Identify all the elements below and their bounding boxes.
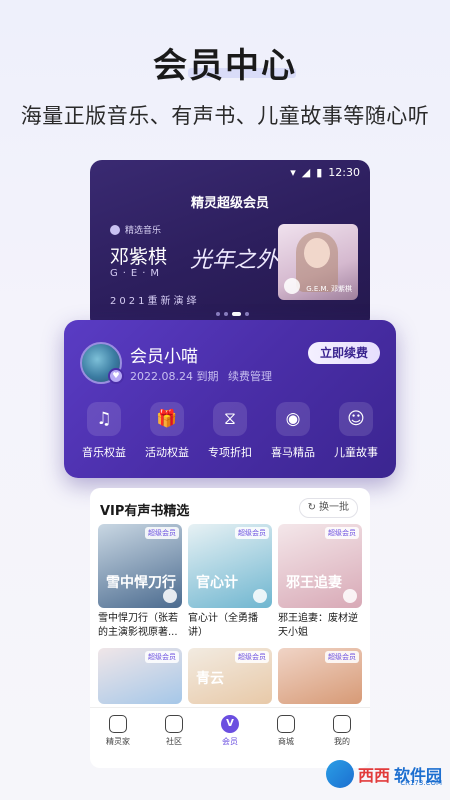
tab-mall[interactable]: 商城: [261, 714, 311, 747]
benefit-label: 活动权益: [145, 446, 189, 459]
music-note-icon: ♫: [87, 402, 121, 436]
artist-photo: G.E.M. 邓紫棋: [278, 224, 358, 300]
music-tag-icon: [110, 224, 120, 235]
section-title: VIP有声书精选: [100, 504, 190, 519]
cover-title: 邪王追妻: [286, 575, 342, 591]
cover-title: 官心计: [196, 575, 238, 591]
artist-face: [304, 238, 330, 268]
book-cover: 超级会员: [98, 648, 182, 704]
bottom-tab-bar: 精灵家 社区 V 会员 商城 我的: [90, 707, 370, 753]
home-icon: [109, 714, 127, 733]
tab-label: 商城: [278, 736, 294, 746]
carousel-dots: [216, 312, 249, 316]
refresh-button[interactable]: ↻ 换一批: [298, 498, 358, 518]
book-title: 官心计（全勇播讲）: [188, 613, 258, 638]
battery-icon: ▮: [316, 166, 323, 179]
play-icon[interactable]: [343, 589, 357, 603]
vip-badge: 超级会员: [145, 527, 179, 539]
member-expiry: 2022.08.24 到期: [130, 370, 219, 383]
mall-icon: [277, 714, 295, 733]
refresh-label: 换一批: [319, 502, 349, 513]
book-title: 雪中悍刀行（张若的主演影视原著...: [98, 613, 178, 638]
book-cover: 超级会员 雪中悍刀行: [98, 524, 182, 608]
cover-title: 青云: [196, 671, 224, 687]
tab-label: 精灵家: [106, 736, 130, 746]
book-title: 邪王追妻：废材逆天小姐: [278, 613, 358, 638]
watermark-logo-icon: [325, 760, 354, 788]
vip-badge: 超级会员: [325, 651, 359, 663]
benefit-kids[interactable]: ☺ 儿童故事: [326, 402, 386, 460]
tab-profile[interactable]: 我的: [317, 714, 367, 747]
book-card[interactable]: 超级会员邪王追妻邪王追妻：废材逆天小姐: [278, 524, 362, 642]
page-subheadline: 海量正版音乐、有声书、儿童故事等随心听: [20, 104, 430, 128]
vip-badge: 超级会员: [235, 527, 269, 539]
tab-home[interactable]: 精灵家: [93, 714, 143, 747]
book-card[interactable]: 超级会员: [98, 648, 182, 704]
site-watermark: 西西 软件园 CR173.COM: [325, 757, 442, 791]
member-name: 会员小喵: [130, 347, 198, 367]
benefits-row: ♫ 音乐权益 🎁 活动权益 ⧖ 专项折扣 ◉ 喜马精品 ☺ 儿童故事: [74, 402, 386, 460]
banner-artist-en: G·E·M: [110, 268, 165, 279]
benefit-label: 儿童故事: [334, 446, 378, 459]
kid-robot-icon: ☺: [339, 402, 373, 436]
book-card[interactable]: 超级会员 雪中悍刀行雪中悍刀行（张若的主演影视原著...: [98, 524, 182, 642]
benefit-label: 喜马精品: [271, 446, 315, 459]
book-cover: 超级会员 青云: [188, 648, 272, 704]
benefit-activity[interactable]: 🎁 活动权益: [137, 402, 197, 460]
renewal-management-link[interactable]: 续费管理: [228, 368, 272, 384]
carousel-dot[interactable]: [224, 312, 228, 316]
renew-now-button[interactable]: 立即续费: [307, 342, 380, 364]
profile-icon: [333, 714, 351, 733]
vip-icon: V: [221, 714, 239, 733]
benefit-discount[interactable]: ⧖ 专项折扣: [200, 402, 260, 460]
page-headline: 会员中心: [153, 46, 297, 86]
wifi-icon: ▾: [290, 166, 296, 179]
community-icon: [165, 714, 183, 733]
play-icon[interactable]: [163, 589, 177, 603]
tab-label: 社区: [166, 736, 182, 746]
book-cover: 超级会员官心计: [188, 524, 272, 608]
play-icon[interactable]: [253, 589, 267, 603]
audio-wave-icon: ◉: [276, 402, 310, 436]
carousel-dot[interactable]: [216, 312, 220, 316]
member-card: ♥ 会员小喵 2022.08.24 到期 续费管理 立即续费 ♫ 音乐权益 🎁 …: [64, 320, 396, 478]
banner-tag-label: 精选音乐: [125, 226, 162, 236]
book-card[interactable]: 超级会员: [278, 648, 362, 704]
signal-icon: ◢: [301, 166, 311, 179]
book-card[interactable]: 超级会员 青云: [188, 648, 272, 704]
tab-vip[interactable]: V 会员: [205, 714, 255, 747]
gift-icon: 🎁: [150, 402, 184, 436]
benefit-ximalaya[interactable]: ◉ 喜马精品: [263, 402, 323, 460]
carousel-dot[interactable]: [245, 312, 249, 316]
status-bar: ▾ ◢ ▮ 12:30: [290, 166, 360, 179]
heart-badge-icon: ♥: [108, 368, 124, 384]
status-time: 12:30: [328, 166, 360, 179]
benefit-music[interactable]: ♫ 音乐权益: [74, 402, 134, 460]
book-cover: 超级会员: [278, 648, 362, 704]
benefit-label: 专项折扣: [208, 446, 252, 459]
discount-icon: ⧖: [213, 402, 247, 436]
banner-title: 精灵超级会员: [190, 196, 269, 211]
vip-badge: 超级会员: [325, 527, 359, 539]
banner-tag: 精选音乐: [110, 223, 161, 236]
music-banner[interactable]: ▾ ◢ ▮ 12:30 精灵超级会员 精选音乐 邓紫棋 G·E·M 光年之外 2…: [90, 160, 370, 330]
refresh-icon: ↻: [307, 502, 316, 513]
play-icon[interactable]: [284, 278, 300, 294]
watermark-text-1: 西西: [357, 766, 390, 785]
photo-caption: G.E.M. 邓紫棋: [306, 285, 352, 293]
book-cover: 超级会员邪王追妻: [278, 524, 362, 608]
banner-artist: 邓紫棋: [110, 246, 168, 268]
book-card[interactable]: 超级会员官心计官心计（全勇播讲）: [188, 524, 272, 642]
tab-community[interactable]: 社区: [149, 714, 199, 747]
tab-label: 会员: [222, 736, 238, 746]
vip-badge: 超级会员: [235, 651, 269, 663]
carousel-dot-active[interactable]: [232, 312, 241, 316]
tab-label: 我的: [334, 736, 350, 746]
banner-subtitle: 2021重新演绎: [110, 296, 200, 307]
vip-badge: 超级会员: [145, 651, 179, 663]
benefit-label: 音乐权益: [82, 446, 126, 459]
watermark-sub: CR173.COM: [400, 779, 442, 787]
banner-album-title: 光年之外: [190, 248, 279, 273]
book-grid: 超级会员 雪中悍刀行 雪中悍刀行（张若的主演影视原著... 超级会员 官心计 官心计（全勇…: [98, 524, 362, 704]
